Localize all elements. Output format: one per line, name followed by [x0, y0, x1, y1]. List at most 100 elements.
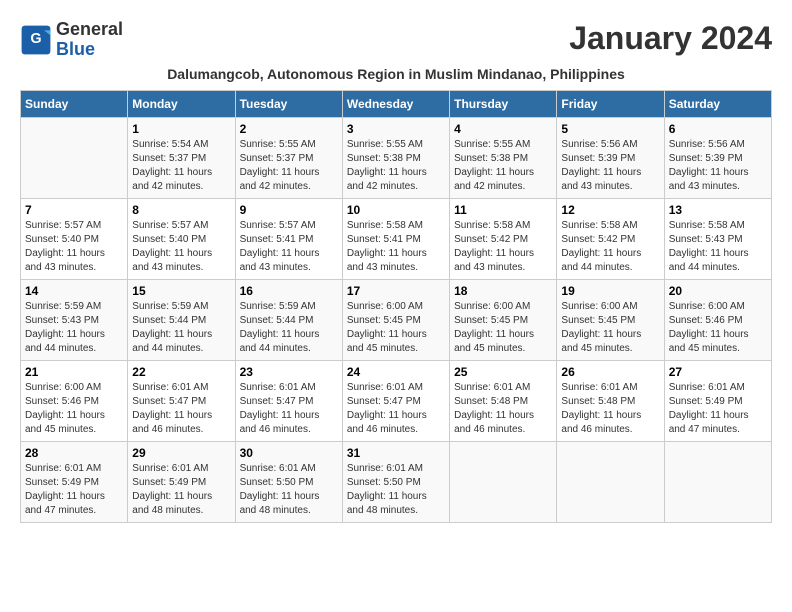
- day-number: 1: [132, 122, 230, 136]
- column-header-saturday: Saturday: [664, 90, 771, 117]
- day-number: 27: [669, 365, 767, 379]
- week-row-4: 21 Sunrise: 6:00 AM Sunset: 5:46 PM Dayli…: [21, 360, 772, 441]
- column-header-tuesday: Tuesday: [235, 90, 342, 117]
- day-info: Sunrise: 6:01 AM Sunset: 5:49 PM Dayligh…: [25, 462, 123, 518]
- day-info: Sunrise: 6:01 AM Sunset: 5:48 PM Dayligh…: [454, 381, 552, 437]
- day-number: 26: [561, 365, 659, 379]
- calendar-cell: 16 Sunrise: 5:59 AM Sunset: 5:44 PM Dayli…: [235, 279, 342, 360]
- day-info: Sunrise: 5:59 AM Sunset: 5:43 PM Dayligh…: [25, 300, 123, 356]
- day-info: Sunrise: 5:57 AM Sunset: 5:40 PM Dayligh…: [132, 219, 230, 275]
- calendar-cell: 3 Sunrise: 5:55 AM Sunset: 5:38 PM Daylig…: [342, 117, 449, 198]
- calendar-cell: 18 Sunrise: 6:00 AM Sunset: 5:45 PM Dayli…: [450, 279, 557, 360]
- day-number: 7: [25, 203, 123, 217]
- calendar-cell: 27Sunrise: 6:01 AM Sunset: 5:49 PM Dayli…: [664, 360, 771, 441]
- day-info: Sunrise: 5:55 AM Sunset: 5:37 PM Dayligh…: [240, 138, 338, 194]
- day-info: Sunrise: 5:55 AM Sunset: 5:38 PM Dayligh…: [347, 138, 445, 194]
- day-number: 9: [240, 203, 338, 217]
- calendar-cell: [557, 441, 664, 522]
- calendar-cell: [450, 441, 557, 522]
- column-header-wednesday: Wednesday: [342, 90, 449, 117]
- day-info: Sunrise: 6:00 AM Sunset: 5:45 PM Dayligh…: [347, 300, 445, 356]
- day-number: 15: [132, 284, 230, 298]
- calendar-cell: 21 Sunrise: 6:00 AM Sunset: 5:46 PM Dayli…: [21, 360, 128, 441]
- day-number: 16: [240, 284, 338, 298]
- day-number: 2: [240, 122, 338, 136]
- week-row-1: 1 Sunrise: 5:54 AM Sunset: 5:37 PM Daylig…: [21, 117, 772, 198]
- calendar-cell: 28 Sunrise: 6:01 AM Sunset: 5:49 PM Dayli…: [21, 441, 128, 522]
- day-number: 13: [669, 203, 767, 217]
- calendar-cell: 22Sunrise: 6:01 AM Sunset: 5:47 PM Dayli…: [128, 360, 235, 441]
- logo-general: General: [56, 19, 123, 39]
- day-number: 6: [669, 122, 767, 136]
- column-header-sunday: Sunday: [21, 90, 128, 117]
- day-info: Sunrise: 5:56 AM Sunset: 5:39 PM Dayligh…: [669, 138, 767, 194]
- calendar-cell: 15 Sunrise: 5:59 AM Sunset: 5:44 PM Dayli…: [128, 279, 235, 360]
- day-number: 31: [347, 446, 445, 460]
- day-info: Sunrise: 5:58 AM Sunset: 5:42 PM Dayligh…: [454, 219, 552, 275]
- calendar-cell: 6 Sunrise: 5:56 AM Sunset: 5:39 PM Daylig…: [664, 117, 771, 198]
- logo: G General Blue: [20, 20, 123, 60]
- day-info: Sunrise: 6:01 AM Sunset: 5:47 PM Dayligh…: [347, 381, 445, 437]
- calendar-cell: 30 Sunrise: 6:01 AM Sunset: 5:50 PM Dayli…: [235, 441, 342, 522]
- day-info: Sunrise: 5:57 AM Sunset: 5:40 PM Dayligh…: [25, 219, 123, 275]
- svg-text:G: G: [30, 31, 41, 47]
- day-number: 12: [561, 203, 659, 217]
- calendar-table: SundayMondayTuesdayWednesdayThursdayFrid…: [20, 90, 772, 523]
- calendar-cell: 1 Sunrise: 5:54 AM Sunset: 5:37 PM Daylig…: [128, 117, 235, 198]
- calendar-cell: 26 Sunrise: 6:01 AM Sunset: 5:48 PM Dayli…: [557, 360, 664, 441]
- page-subtitle: Dalumangcob, Autonomous Region in Muslim…: [20, 66, 772, 82]
- calendar-cell: 13Sunrise: 5:58 AM Sunset: 5:43 PM Dayli…: [664, 198, 771, 279]
- day-number: 18: [454, 284, 552, 298]
- day-number: 28: [25, 446, 123, 460]
- day-info: Sunrise: 5:59 AM Sunset: 5:44 PM Dayligh…: [240, 300, 338, 356]
- day-number: 3: [347, 122, 445, 136]
- day-info: Sunrise: 6:01 AM Sunset: 5:48 PM Dayligh…: [561, 381, 659, 437]
- day-number: 14: [25, 284, 123, 298]
- column-header-monday: Monday: [128, 90, 235, 117]
- calendar-cell: 10 Sunrise: 5:58 AM Sunset: 5:41 PM Dayli…: [342, 198, 449, 279]
- day-info: Sunrise: 5:55 AM Sunset: 5:38 PM Dayligh…: [454, 138, 552, 194]
- day-info: Sunrise: 5:57 AM Sunset: 5:41 PM Dayligh…: [240, 219, 338, 275]
- calendar-cell: 17Sunrise: 6:00 AM Sunset: 5:45 PM Dayli…: [342, 279, 449, 360]
- day-info: Sunrise: 6:01 AM Sunset: 5:50 PM Dayligh…: [347, 462, 445, 518]
- day-number: 5: [561, 122, 659, 136]
- day-number: 30: [240, 446, 338, 460]
- calendar-header-row: SundayMondayTuesdayWednesdayThursdayFrid…: [21, 90, 772, 117]
- day-info: Sunrise: 6:01 AM Sunset: 5:47 PM Dayligh…: [132, 381, 230, 437]
- day-info: Sunrise: 6:00 AM Sunset: 5:46 PM Dayligh…: [25, 381, 123, 437]
- logo-blue: Blue: [56, 39, 95, 59]
- day-info: Sunrise: 5:58 AM Sunset: 5:41 PM Dayligh…: [347, 219, 445, 275]
- calendar-cell: 7 Sunrise: 5:57 AM Sunset: 5:40 PM Daylig…: [21, 198, 128, 279]
- logo-icon: G: [20, 24, 52, 56]
- column-header-friday: Friday: [557, 90, 664, 117]
- day-info: Sunrise: 5:58 AM Sunset: 5:42 PM Dayligh…: [561, 219, 659, 275]
- day-info: Sunrise: 6:00 AM Sunset: 5:45 PM Dayligh…: [454, 300, 552, 356]
- day-number: 10: [347, 203, 445, 217]
- day-number: 23: [240, 365, 338, 379]
- day-number: 24: [347, 365, 445, 379]
- day-info: Sunrise: 6:01 AM Sunset: 5:50 PM Dayligh…: [240, 462, 338, 518]
- column-header-thursday: Thursday: [450, 90, 557, 117]
- week-row-2: 7 Sunrise: 5:57 AM Sunset: 5:40 PM Daylig…: [21, 198, 772, 279]
- calendar-cell: [664, 441, 771, 522]
- calendar-cell: 2 Sunrise: 5:55 AM Sunset: 5:37 PM Daylig…: [235, 117, 342, 198]
- calendar-body: 1 Sunrise: 5:54 AM Sunset: 5:37 PM Daylig…: [21, 117, 772, 522]
- day-number: 20: [669, 284, 767, 298]
- day-number: 29: [132, 446, 230, 460]
- day-number: 19: [561, 284, 659, 298]
- calendar-cell: 23Sunrise: 6:01 AM Sunset: 5:47 PM Dayli…: [235, 360, 342, 441]
- day-info: Sunrise: 5:54 AM Sunset: 5:37 PM Dayligh…: [132, 138, 230, 194]
- day-info: Sunrise: 5:59 AM Sunset: 5:44 PM Dayligh…: [132, 300, 230, 356]
- calendar-cell: 20Sunrise: 6:00 AM Sunset: 5:46 PM Dayli…: [664, 279, 771, 360]
- day-number: 25: [454, 365, 552, 379]
- day-info: Sunrise: 5:56 AM Sunset: 5:39 PM Dayligh…: [561, 138, 659, 194]
- day-number: 21: [25, 365, 123, 379]
- day-info: Sunrise: 6:01 AM Sunset: 5:49 PM Dayligh…: [132, 462, 230, 518]
- calendar-cell: [21, 117, 128, 198]
- calendar-cell: 19 Sunrise: 6:00 AM Sunset: 5:45 PM Dayli…: [557, 279, 664, 360]
- calendar-cell: 12 Sunrise: 5:58 AM Sunset: 5:42 PM Dayli…: [557, 198, 664, 279]
- calendar-cell: 29 Sunrise: 6:01 AM Sunset: 5:49 PM Dayli…: [128, 441, 235, 522]
- day-number: 4: [454, 122, 552, 136]
- day-info: Sunrise: 6:00 AM Sunset: 5:45 PM Dayligh…: [561, 300, 659, 356]
- day-number: 11: [454, 203, 552, 217]
